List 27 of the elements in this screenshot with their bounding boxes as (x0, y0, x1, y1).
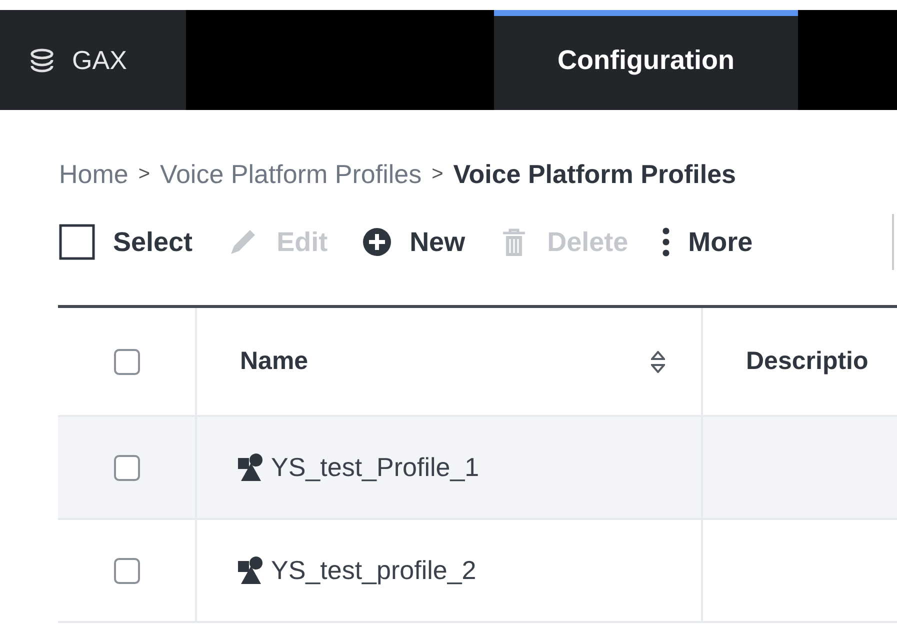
more-icon (662, 227, 670, 257)
profile-name: YS_test_profile_2 (271, 555, 476, 586)
column-header[interactable]: Descriptio (746, 347, 868, 376)
app-brand[interactable]: GAX (0, 10, 186, 110)
sort-icon[interactable] (651, 350, 665, 372)
app-name: GAX (72, 44, 127, 76)
breadcrumb-link[interactable]: Home (59, 158, 128, 190)
select-label[interactable]: Select (113, 226, 193, 258)
checkbox[interactable] (59, 224, 95, 260)
checkbox[interactable] (114, 348, 140, 374)
plus-circle-icon (362, 227, 392, 257)
breadcrumb-separator: > (432, 162, 444, 186)
table-row[interactable]: YS_test_Profile_1 (58, 417, 897, 520)
shapes-icon (237, 556, 263, 586)
column-header[interactable]: Name (240, 347, 643, 376)
breadcrumb-separator: > (138, 162, 150, 186)
checkbox[interactable] (114, 454, 140, 480)
breadcrumb-link[interactable]: Voice Platform Profiles (160, 158, 422, 190)
stack-icon (28, 46, 56, 74)
table-row[interactable]: YS_test_profile_2 (58, 520, 897, 623)
more-button[interactable]: More (662, 226, 753, 258)
checkbox[interactable] (114, 558, 140, 584)
new-button[interactable]: New (362, 226, 466, 258)
profile-name: YS_test_Profile_1 (271, 452, 480, 483)
breadcrumb-current: Voice Platform Profiles (453, 158, 736, 190)
nav-tab[interactable]: Configuration (494, 10, 798, 110)
shapes-icon (237, 452, 263, 482)
